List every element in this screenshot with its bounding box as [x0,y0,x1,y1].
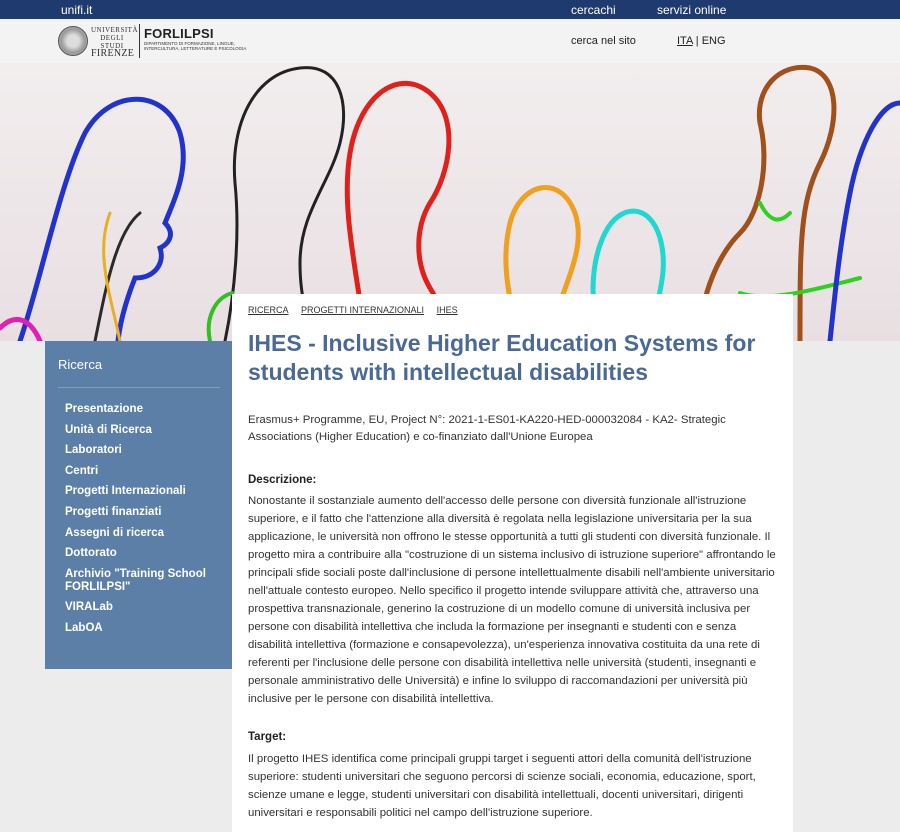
language-switcher: ITA | ENG [677,35,726,47]
sidebar-divider [58,387,220,388]
sidebar-item-progetti-finanziati[interactable]: Progetti finanziati [65,506,225,519]
sidebar-item-presentazione[interactable]: Presentazione [65,403,225,416]
sidebar-item-progetti-internazionali[interactable]: Progetti Internazionali [65,485,225,498]
breadcrumb-ihes[interactable]: IHES [437,305,458,315]
page-title: IHES - Inclusive Higher Education System… [248,330,756,385]
sidebar-item-assegni-di-ricerca[interactable]: Assegni di ricerca [65,527,225,540]
project-subtitle: Erasmus+ Programme, EU, Project N°: 2021… [248,414,726,443]
sidebar-title: Ricerca [58,357,103,372]
site-search-link[interactable]: cerca nel sito [571,35,636,47]
target-text: Il progetto IHES identifica come princip… [248,753,756,819]
main-content: RICERCA PROGETTI INTERNAZIONALI IHES IHE… [232,294,793,832]
servizi-online-link[interactable]: servizi online [657,3,726,17]
logo-divider [139,24,140,58]
site-header: UNIVERSITÀ DEGLI STUDI FIRENZE FORLILPSI… [0,19,900,63]
blue-head-right [827,100,900,341]
lang-eng-link[interactable]: ENG [702,35,726,47]
sidebar-nav: Ricerca Presentazione Unità di Ricerca L… [45,341,232,669]
yellow-head [102,211,122,341]
breadcrumb-progetti-internazionali[interactable]: PROGETTI INTERNAZIONALI [301,305,424,315]
lang-ita-link[interactable]: ITA [677,35,693,47]
sidebar-item-centri[interactable]: Centri [65,465,225,478]
sidebar-item-dottorato[interactable]: Dottorato [65,547,225,560]
university-logo-text[interactable]: UNIVERSITÀ DEGLI STUDI FIRENZE [91,26,138,59]
sidebar-item-laboratori[interactable]: Laboratori [65,444,225,457]
top-bar: unifi.it cercachi servizi online [0,0,900,19]
sidebar-item-unita-di-ricerca[interactable]: Unità di Ricerca [65,424,225,437]
description-heading: Descrizione: [248,474,317,486]
unifi-link[interactable]: unifi.it [61,3,92,17]
department-logo[interactable]: FORLILPSI DIPARTIMENTO DI FORMAZIONE, LI… [144,26,254,51]
cercachi-link[interactable]: cercachi [571,3,616,17]
sidebar-item-viralab[interactable]: VIRALab [65,601,225,614]
breadcrumb-ricerca[interactable]: RICERCA [248,305,289,315]
target-heading: Target: [248,731,287,743]
sidebar-item-laboa[interactable]: LabOA [65,622,225,635]
description-text: Nonostante il sostanziale aumento dell'a… [248,495,776,705]
university-seal-icon[interactable] [58,26,88,56]
sidebar-item-archivio-training-school[interactable]: Archivio "Training School FORLILPSI" [65,568,225,594]
breadcrumb: RICERCA PROGETTI INTERNAZIONALI IHES [248,305,468,315]
